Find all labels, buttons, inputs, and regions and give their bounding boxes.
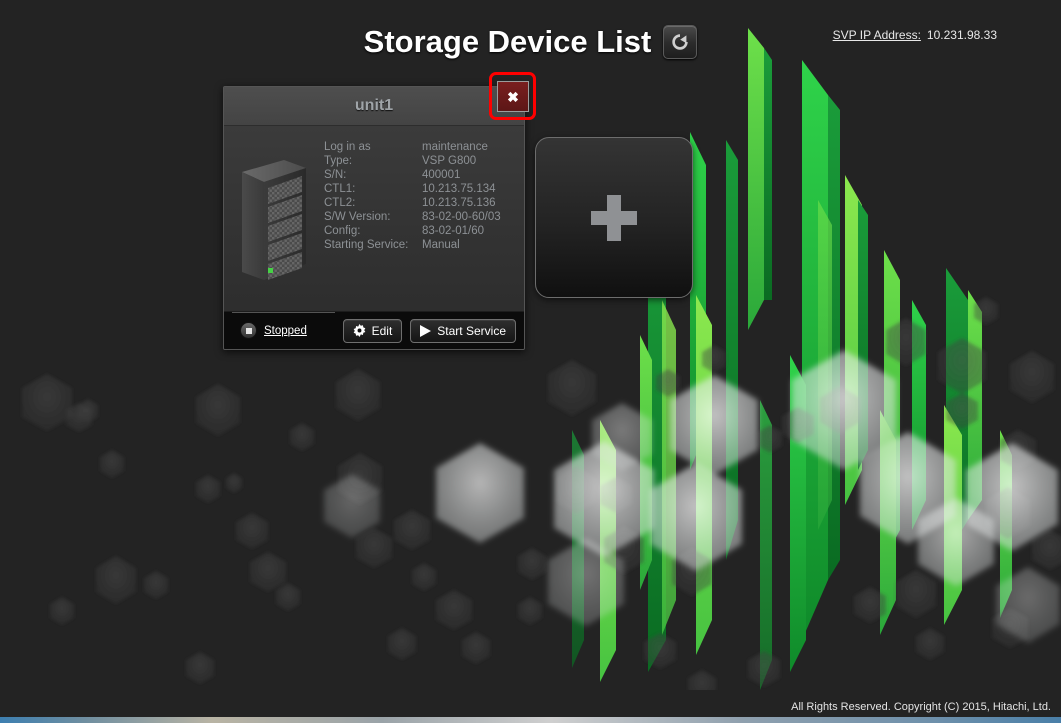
footer-copyright: All Rights Reserved. Copyright (C) 2015,… xyxy=(791,701,1051,713)
edit-button[interactable]: Edit xyxy=(342,318,403,343)
start-service-button-label: Start Service xyxy=(437,323,506,338)
property-value: 83-02-01/60 xyxy=(422,225,485,237)
background-artwork xyxy=(0,0,1061,717)
property-row: Starting Service: Manual xyxy=(324,238,524,252)
device-properties-list: Log in as maintenance Type: VSP G800 S/N… xyxy=(320,126,524,312)
property-label: Type: xyxy=(324,155,353,167)
gear-icon xyxy=(353,324,365,337)
svp-ip-address: SVP IP Address: 10.231.98.33 xyxy=(833,28,997,42)
close-button[interactable]: ✖ xyxy=(497,81,529,112)
property-row: Log in as maintenance xyxy=(324,140,524,154)
stop-icon[interactable] xyxy=(240,322,257,339)
property-value: 83-02-00-60/03 xyxy=(422,211,501,223)
property-label: Log in as xyxy=(324,141,371,153)
plus-icon xyxy=(591,194,637,241)
property-value: 10.213.75.136 xyxy=(422,197,496,209)
add-device-tile[interactable] xyxy=(535,137,693,298)
play-icon xyxy=(420,324,432,337)
svp-ip-value: 10.231.98.33 xyxy=(926,28,997,42)
device-card-unit1[interactable]: unit1 Log in as maintenance Type: VSP G8… xyxy=(223,86,525,350)
device-card-footer: Stopped Edit Start Service xyxy=(224,311,524,349)
property-label: Config: xyxy=(324,225,361,237)
device-card-title: unit1 xyxy=(354,97,394,114)
property-label: S/W Version: xyxy=(324,211,391,223)
property-row: CTL1: 10.213.75.134 xyxy=(324,182,524,196)
storage-device-list-page: Storage Device List SVP IP Address: 10.23… xyxy=(0,0,1061,723)
property-value: 400001 xyxy=(422,169,461,181)
refresh-button[interactable] xyxy=(663,25,698,59)
property-row: Config: 83-02-01/60 xyxy=(324,224,524,238)
property-row: S/W Version: 83-02-00-60/03 xyxy=(324,210,524,224)
device-status-group[interactable]: Stopped xyxy=(232,311,335,349)
storage-rack-icon xyxy=(224,126,320,312)
device-status-label[interactable]: Stopped xyxy=(264,325,307,337)
property-row: S/N: 400001 xyxy=(324,168,524,182)
close-icon: ✖ xyxy=(507,88,519,105)
window-bottom-strip xyxy=(0,717,1061,723)
property-label: Starting Service: xyxy=(324,239,409,251)
property-value: maintenance xyxy=(422,141,488,153)
property-label: S/N: xyxy=(324,169,347,181)
property-label: CTL1: xyxy=(324,183,356,195)
start-service-button[interactable]: Start Service xyxy=(410,318,516,343)
property-row: CTL2: 10.213.75.136 xyxy=(324,196,524,210)
property-value: VSP G800 xyxy=(422,155,477,167)
page-title: Storage Device List xyxy=(363,24,652,59)
property-value: Manual xyxy=(422,239,460,251)
edit-button-label: Edit xyxy=(371,323,393,338)
device-card-body: Log in as maintenance Type: VSP G800 S/N… xyxy=(224,126,524,312)
device-card-header: unit1 xyxy=(224,87,524,126)
property-row: Type: VSP G800 xyxy=(324,154,524,168)
property-label: CTL2: xyxy=(324,197,356,209)
refresh-icon xyxy=(672,34,689,50)
svp-ip-label: SVP IP Address: xyxy=(832,28,921,42)
property-value: 10.213.75.134 xyxy=(422,183,496,195)
